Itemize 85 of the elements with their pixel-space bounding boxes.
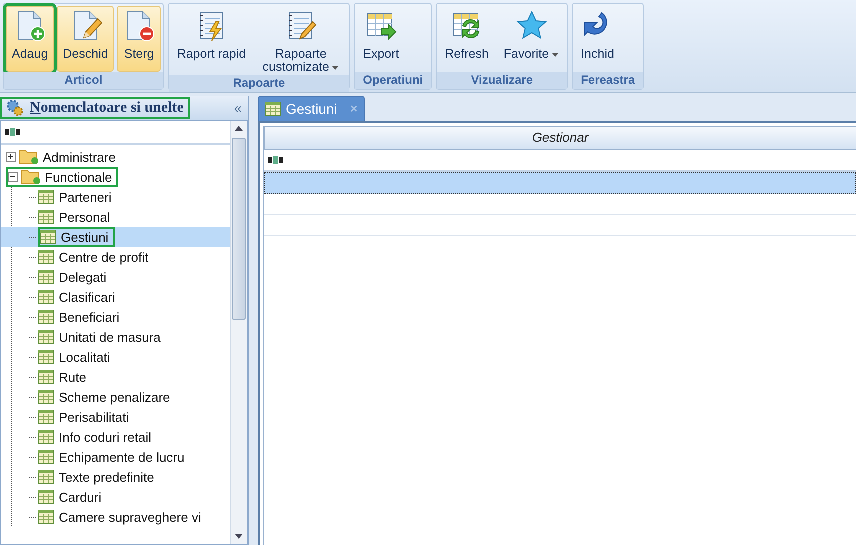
tree-label: Texte predefinite xyxy=(59,470,154,484)
tree-label: Localitati xyxy=(59,350,110,364)
group-label: Rapoarte xyxy=(169,75,350,92)
tree-row[interactable]: Rute xyxy=(1,367,230,387)
ribbon-button[interactable]: Raport rapid xyxy=(171,6,252,75)
folder-icon xyxy=(21,169,43,185)
tree-row[interactable]: Texte predefinite xyxy=(1,467,230,487)
tree-label: Rute xyxy=(59,370,86,384)
tree-row[interactable]: Echipamente de lucru xyxy=(1,447,230,467)
table-icon xyxy=(38,350,54,364)
star-icon xyxy=(516,10,548,42)
group-label: Operatiuni xyxy=(355,72,432,89)
table-icon xyxy=(38,330,54,344)
ribbon-button[interactable]: Sterg xyxy=(117,6,162,72)
tree-label: Delegati xyxy=(59,270,107,284)
collapse-button[interactable]: « xyxy=(228,100,248,116)
tree-label: Administrare xyxy=(43,150,116,164)
tree-row[interactable]: Delegati xyxy=(1,267,230,287)
tree-row[interactable]: Localitati xyxy=(1,347,230,367)
scroll-up-icon[interactable] xyxy=(235,126,243,131)
tree-label: Scheme penalizare xyxy=(59,390,170,404)
ribbon-button[interactable]: Export xyxy=(357,6,406,72)
tree-label: Clasificari xyxy=(59,290,116,304)
table-row[interactable] xyxy=(264,172,856,194)
tree-label: Camere supraveghere vi xyxy=(59,510,202,524)
folder-icon xyxy=(19,149,41,165)
ribbon-button[interactable]: Rapoarte customizate xyxy=(255,6,348,75)
tree-row[interactable]: Carduri xyxy=(1,487,230,507)
tree-row[interactable]: Centre de profit xyxy=(1,247,230,267)
tree-label: Centre de profit xyxy=(59,250,149,264)
table-icon xyxy=(38,250,54,264)
column-header[interactable]: Gestionar xyxy=(265,127,856,149)
table-icon xyxy=(38,310,54,324)
table-icon xyxy=(38,410,54,424)
ribbon-button[interactable]: Inchid xyxy=(575,6,620,72)
scrollbar[interactable] xyxy=(230,121,247,544)
table-icon xyxy=(38,290,54,304)
table-icon xyxy=(38,490,54,504)
ribbon-button[interactable]: Deschid xyxy=(57,6,114,72)
tree-row[interactable]: Clasificari xyxy=(1,287,230,307)
tree-label: Beneficiari xyxy=(59,310,120,324)
ribbon-button[interactable]: Adaug xyxy=(6,6,54,72)
gear-icon xyxy=(6,99,24,117)
tree-label: Perisabilitati xyxy=(59,410,130,424)
table-icon xyxy=(38,270,54,284)
tree-label: Carduri xyxy=(59,490,102,504)
table-icon xyxy=(38,210,54,224)
scroll-down-icon[interactable] xyxy=(235,534,243,539)
table-icon xyxy=(38,390,54,404)
group-label: Fereastra xyxy=(573,72,644,89)
text-filter-icon xyxy=(5,128,21,136)
tree-row[interactable]: Functionale xyxy=(1,167,230,187)
tree-label: Unitati de masura xyxy=(59,330,161,344)
table-icon xyxy=(40,230,56,244)
panel-title: Nomenclatoare si unelte xyxy=(30,100,184,116)
table-icon xyxy=(38,430,54,444)
tree-row[interactable]: Administrare xyxy=(1,147,230,167)
table-icon xyxy=(38,190,54,204)
table-icon xyxy=(38,450,54,464)
tree-row[interactable]: Personal xyxy=(1,207,230,227)
tree-label: Echipamente de lucru xyxy=(59,450,185,464)
text-filter-icon xyxy=(268,156,284,164)
table-icon xyxy=(265,102,281,116)
group-label: Articol xyxy=(4,72,164,89)
ribbon-button[interactable]: Favorite xyxy=(498,6,566,72)
tree-row[interactable]: Info coduri retail xyxy=(1,427,230,447)
tree-label: Info coduri retail xyxy=(59,430,152,444)
tree-label: Gestiuni xyxy=(61,230,109,244)
table-icon xyxy=(38,370,54,384)
group-label: Vizualizare xyxy=(437,72,568,89)
tree-label: Personal xyxy=(59,210,110,224)
tree-row[interactable]: Scheme penalizare xyxy=(1,387,230,407)
expander-icon[interactable] xyxy=(8,172,19,182)
tree-row[interactable]: Gestiuni xyxy=(1,227,230,247)
table-icon xyxy=(38,510,54,524)
expander-icon[interactable] xyxy=(6,152,17,162)
tree-row[interactable]: Camere supraveghere vi xyxy=(1,507,230,527)
tree-row[interactable]: Beneficiari xyxy=(1,307,230,327)
tree-label: Parteneri xyxy=(59,190,112,204)
tree-row[interactable]: Perisabilitati xyxy=(1,407,230,427)
tree-row[interactable]: Parteneri xyxy=(1,187,230,207)
ribbon-button[interactable]: Refresh xyxy=(439,6,495,72)
table-icon xyxy=(38,470,54,484)
tree-label: Functionale xyxy=(45,170,112,184)
tree-row[interactable]: Unitati de masura xyxy=(1,327,230,347)
